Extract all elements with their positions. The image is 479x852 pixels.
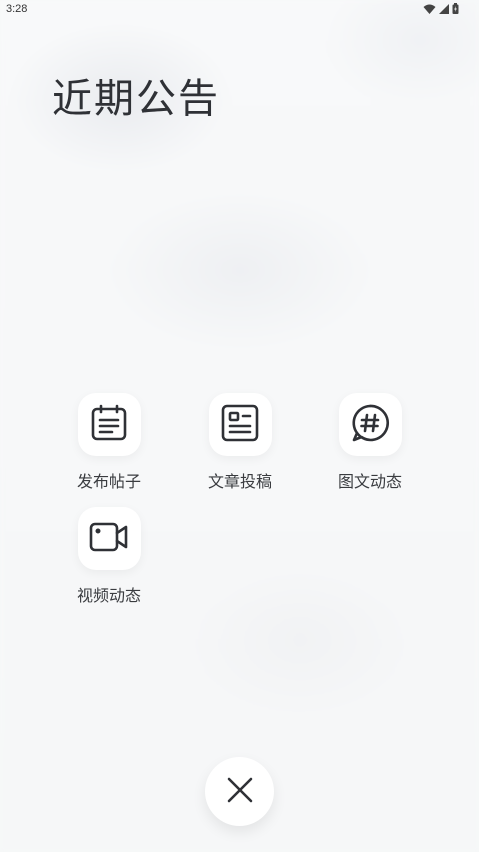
hashtag-chat-icon bbox=[350, 403, 390, 447]
action-label: 文章投稿 bbox=[207, 472, 272, 491]
action-label: 视频动态 bbox=[76, 586, 141, 605]
action-image-text-post[interactable]: 图文动态 bbox=[315, 393, 425, 492]
submit-article-button[interactable] bbox=[208, 393, 272, 456]
status-icons bbox=[423, 3, 459, 14]
video-post-button[interactable] bbox=[77, 507, 141, 570]
image-text-post-button[interactable] bbox=[338, 393, 402, 456]
calendar-note-icon bbox=[90, 404, 128, 446]
video-camera-icon bbox=[89, 520, 129, 558]
page-title: 近期公告 bbox=[52, 76, 220, 122]
action-submit-article[interactable]: 文章投稿 bbox=[185, 393, 295, 492]
close-icon bbox=[226, 776, 254, 808]
battery-icon bbox=[452, 3, 459, 14]
status-time: 3:28 bbox=[6, 3, 28, 15]
status-bar: 3:28 bbox=[0, 0, 479, 20]
article-icon bbox=[221, 404, 259, 446]
signal-icon bbox=[439, 3, 449, 14]
action-label: 图文动态 bbox=[337, 472, 402, 491]
action-video-post[interactable]: 视频动态 bbox=[54, 507, 164, 606]
close-button[interactable] bbox=[205, 757, 274, 826]
action-label: 发布帖子 bbox=[76, 472, 141, 491]
publish-post-button[interactable] bbox=[77, 393, 141, 456]
wifi-icon bbox=[423, 4, 436, 14]
action-publish-post[interactable]: 发布帖子 bbox=[54, 393, 164, 492]
